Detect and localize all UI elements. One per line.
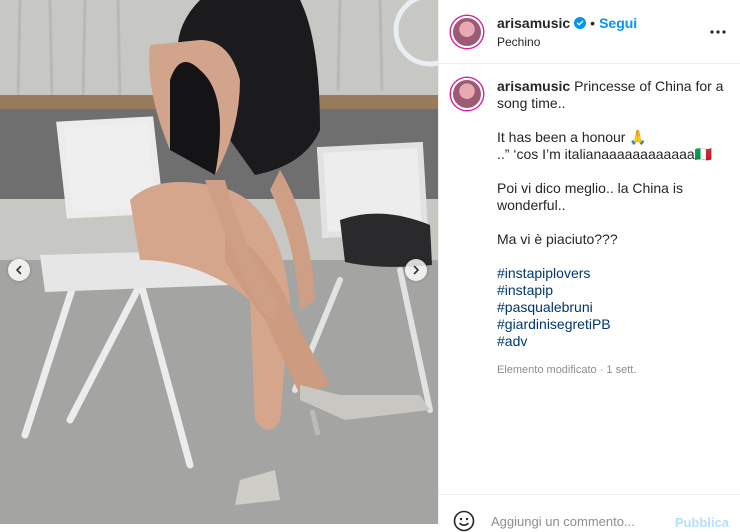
caption-text: wonderful.. — [497, 197, 566, 213]
hashtag-link[interactable]: #instapiplovers — [497, 265, 728, 282]
more-options-icon[interactable] — [708, 22, 728, 42]
previous-photo-button[interactable] — [8, 259, 30, 281]
caption-first-line: arisamusic Princesse of China for a — [497, 78, 728, 95]
hashtag-link[interactable]: #adv — [497, 333, 728, 350]
verified-badge-icon — [574, 16, 587, 29]
comment-bar: Pubblica — [439, 494, 740, 532]
caption-text: It has been a honour 🙏 — [497, 129, 647, 145]
hashtag-link[interactable]: #giardinisegretiPB — [497, 316, 728, 333]
username-link[interactable]: arisamusic — [497, 15, 570, 31]
hashtag-link[interactable]: #pasqualebruni — [497, 299, 728, 316]
post-side-panel: arisamusic • Segui Pechino arisamusic Pr… — [438, 0, 740, 532]
edited-timestamp: Elemento modificato · 1 sett. — [497, 364, 637, 376]
next-photo-button[interactable] — [405, 259, 427, 281]
caption-text: Poi vi dico meglio.. la China is — [497, 180, 683, 196]
chevron-right-icon — [413, 265, 419, 275]
caption-avatar[interactable] — [451, 78, 483, 110]
caption-text: Ma vi è piaciuto??? — [497, 231, 618, 247]
post-header-text: arisamusic • Segui Pechino — [497, 15, 637, 49]
post-header-row: arisamusic • Segui — [497, 15, 637, 31]
caption: arisamusic Princesse of China for a song… — [439, 64, 740, 379]
chevron-left-icon — [16, 265, 22, 275]
caption-text: Princesse of China for a — [574, 78, 724, 94]
emoji-icon[interactable] — [453, 510, 475, 532]
caption-text: song time.. — [497, 95, 566, 111]
caption-text: ..” ‘cos I’m italianaaaaaaaaaaaa🇮🇹 — [497, 146, 713, 162]
publish-button[interactable]: Pubblica — [675, 515, 729, 530]
caption-username-link[interactable]: arisamusic — [497, 78, 570, 94]
post-photo[interactable] — [0, 0, 438, 524]
hashtag-link[interactable]: #instapip — [497, 282, 728, 299]
avatar[interactable] — [451, 15, 483, 48]
separator-dot: • — [590, 14, 596, 31]
comment-input[interactable] — [489, 513, 663, 530]
caption-body: arisamusic Princesse of China for a song… — [497, 78, 728, 379]
location-link[interactable]: Pechino — [497, 35, 637, 49]
photo-image — [0, 0, 438, 524]
post-header: arisamusic • Segui Pechino — [439, 0, 740, 64]
follow-button[interactable]: Segui — [599, 15, 637, 31]
